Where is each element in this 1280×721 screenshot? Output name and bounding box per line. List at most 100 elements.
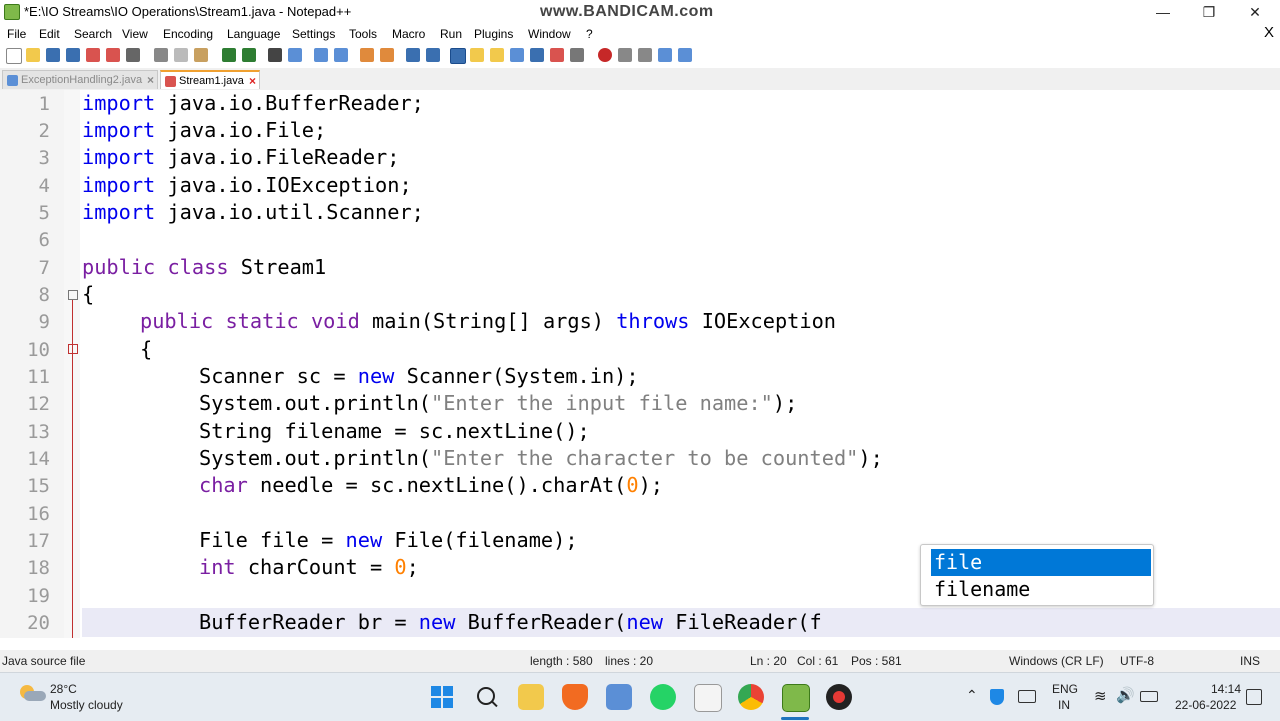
notepad-icon[interactable] [694, 684, 722, 712]
close-all-icon[interactable] [106, 48, 120, 62]
language-bottom[interactable]: IN [1058, 698, 1070, 712]
close-document-icon[interactable]: X [1264, 24, 1274, 41]
indent-guide-icon[interactable] [450, 48, 466, 64]
minimize-icon[interactable]: — [1140, 0, 1186, 24]
menu-bar: File Edit Search View Encoding Language … [0, 24, 1280, 44]
status-eol[interactable]: Windows (CR LF) [1009, 654, 1104, 668]
function-list-icon[interactable] [510, 48, 524, 62]
menu-settings[interactable]: Settings [292, 27, 335, 41]
redo-icon[interactable] [242, 48, 256, 62]
tab-close-icon[interactable]: × [147, 71, 154, 90]
menu-encoding[interactable]: Encoding [163, 27, 213, 41]
start-icon[interactable] [429, 684, 455, 710]
tab-close-icon[interactable]: × [249, 72, 256, 91]
menu-language[interactable]: Language [227, 27, 280, 41]
line-number-gutter [0, 90, 64, 638]
find-icon[interactable] [268, 48, 282, 62]
line-number: 9 [38, 311, 50, 333]
battery-icon[interactable] [1140, 691, 1158, 702]
bandicam-icon[interactable] [826, 684, 852, 710]
open-file-icon[interactable] [26, 48, 40, 62]
menu-edit[interactable]: Edit [39, 27, 60, 41]
zoom-in-icon[interactable] [314, 48, 328, 62]
macro-record-icon[interactable] [598, 48, 612, 62]
status-insert-mode: INS [1240, 654, 1261, 668]
code-line-2: import java.io.File; [82, 118, 327, 142]
menu-search[interactable]: Search [74, 27, 112, 41]
macro-stop-icon[interactable] [618, 48, 632, 62]
print-icon[interactable] [126, 48, 140, 62]
view-icon[interactable] [570, 48, 584, 62]
line-number: 13 [27, 421, 50, 443]
tab-label: ExceptionHandling2.java [21, 74, 143, 86]
chrome-icon[interactable] [738, 684, 764, 710]
show-all-chars-icon[interactable] [426, 48, 440, 62]
sync-vertical-icon[interactable] [360, 48, 374, 62]
macro-play-icon[interactable] [638, 48, 652, 62]
menu-run[interactable]: Run [440, 27, 462, 41]
new-file-icon[interactable] [6, 48, 22, 64]
keyboard-icon[interactable] [1018, 690, 1036, 703]
window-title: *E:\IO Streams\IO Operations\Stream1.jav… [24, 4, 352, 19]
notifications-icon[interactable] [1246, 689, 1262, 705]
line-number: 11 [27, 366, 50, 388]
autocomplete-item-file[interactable]: file [931, 549, 1151, 576]
language-top[interactable]: ENG [1052, 682, 1078, 696]
save-all-icon[interactable] [66, 48, 80, 62]
bandicam-watermark: www.BANDICAM.com [540, 3, 714, 20]
zoom-out-icon[interactable] [334, 48, 348, 62]
code-line-18: int charCount = 0; [199, 555, 419, 579]
code-editor[interactable]: 1 2 3 4 5 6 7 8 9 10 11 12 13 14 15 16 1… [0, 90, 1280, 638]
macro-save-icon[interactable] [678, 48, 692, 62]
replace-icon[interactable] [288, 48, 302, 62]
save-icon[interactable] [46, 48, 60, 62]
menu-macro[interactable]: Macro [392, 27, 425, 41]
show-hidden-icons[interactable]: ⌃ [966, 687, 978, 704]
menu-file[interactable]: File [7, 27, 26, 41]
file-explorer-icon[interactable] [518, 684, 544, 710]
fold-toggle-icon[interactable] [68, 290, 78, 300]
volume-icon[interactable]: 🔊 [1116, 686, 1135, 704]
line-number: 16 [27, 503, 50, 525]
menu-view[interactable]: View [122, 27, 148, 41]
word-wrap-icon[interactable] [406, 48, 420, 62]
clock-date[interactable]: 22-06-2022 [1175, 698, 1236, 712]
security-shield-icon[interactable] [990, 689, 1004, 705]
sync-horizontal-icon[interactable] [380, 48, 394, 62]
clock-time[interactable]: 14:14 [1211, 682, 1241, 696]
undo-icon[interactable] [222, 48, 236, 62]
whatsapp-icon[interactable] [650, 684, 676, 710]
paste-icon[interactable] [194, 48, 208, 62]
menu-help[interactable]: ? [586, 27, 593, 41]
file-saved-icon [7, 75, 18, 86]
fold-toggle-icon[interactable] [68, 344, 78, 354]
tab-bar: ExceptionHandling2.java × Stream1.java × [0, 68, 1280, 91]
menu-window[interactable]: Window [528, 27, 571, 41]
close-file-icon[interactable] [86, 48, 100, 62]
status-ln: Ln : 20 [750, 654, 787, 668]
weather-temperature: 28°C [50, 682, 77, 696]
copy-icon[interactable] [174, 48, 188, 62]
status-encoding[interactable]: UTF-8 [1120, 654, 1154, 668]
code-line-4: import java.io.IOException; [82, 173, 412, 197]
doc-map-icon[interactable] [490, 48, 504, 62]
monitoring-icon[interactable] [550, 48, 564, 62]
close-icon[interactable]: ✕ [1232, 0, 1278, 24]
cut-icon[interactable] [154, 48, 168, 62]
restore-icon[interactable]: ❐ [1186, 0, 1232, 24]
brave-browser-icon[interactable] [562, 684, 588, 710]
menu-plugins[interactable]: Plugins [474, 27, 513, 41]
code-line-1: import java.io.BufferReader; [82, 91, 424, 115]
notepadpp-taskbar-icon[interactable] [782, 684, 810, 712]
macro-run-multiple-icon[interactable] [658, 48, 672, 62]
tab-stream1[interactable]: Stream1.java × [160, 70, 260, 89]
wifi-icon[interactable]: ≋ [1094, 687, 1107, 705]
folder-as-workspace-icon[interactable] [530, 48, 544, 62]
menu-tools[interactable]: Tools [349, 27, 377, 41]
tab-exceptionhandling2[interactable]: ExceptionHandling2.java × [2, 70, 158, 89]
microsoft-store-icon[interactable] [606, 684, 632, 710]
autocomplete-item-filename[interactable]: filename [931, 576, 1151, 603]
user-language-icon[interactable] [470, 48, 484, 62]
search-icon[interactable] [474, 684, 500, 710]
weather-cloud-icon[interactable] [18, 683, 46, 703]
